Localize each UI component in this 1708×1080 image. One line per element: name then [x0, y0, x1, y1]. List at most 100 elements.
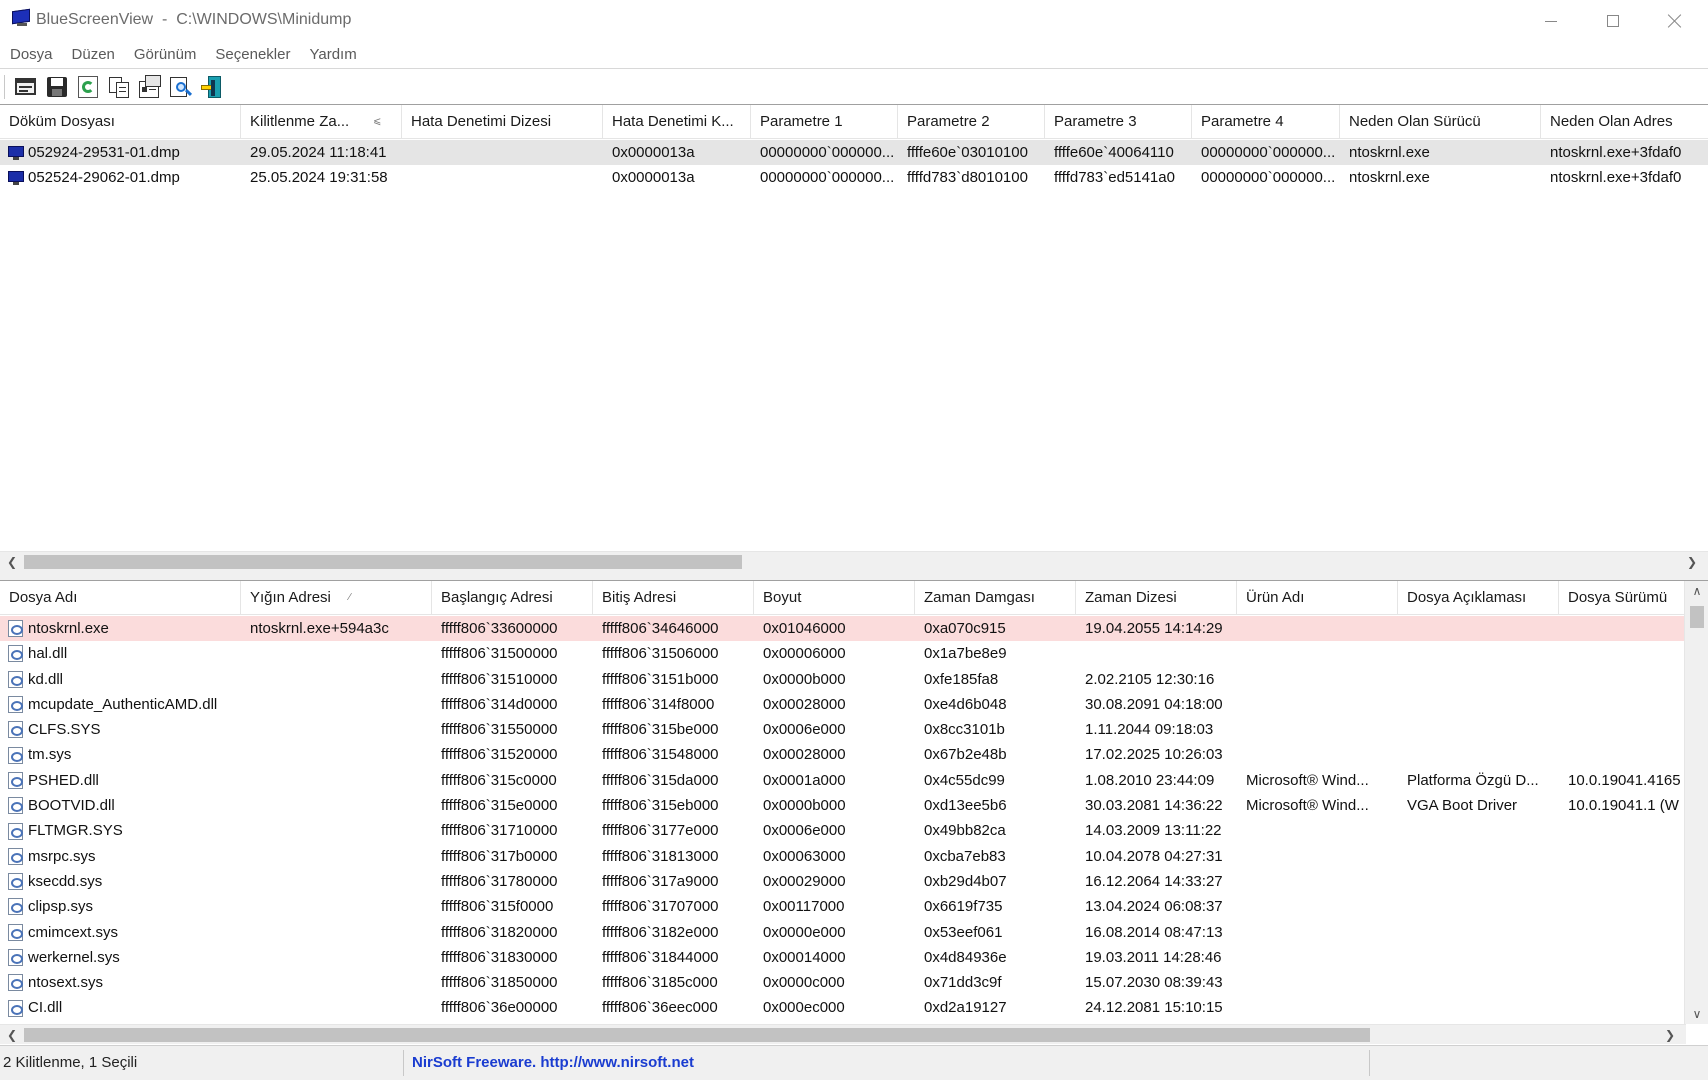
- nirsoft-link[interactable]: NirSoft Freeware. http://www.nirsoft.net: [404, 1050, 1370, 1076]
- scroll-down-icon[interactable]: ∨: [1685, 1004, 1708, 1024]
- dump-cell-text: 00000000`000000...: [760, 169, 895, 187]
- module-row[interactable]: CI.dll fffff806`36e00000 fffff806`36eec000…: [0, 995, 1699, 1020]
- module-cell: 0xcba7eb83: [915, 844, 1076, 869]
- dump-list-hscroll-thumb[interactable]: [24, 555, 742, 569]
- module-col-header[interactable]: Boyut: [754, 581, 915, 615]
- module-col-header[interactable]: Başlangıç Adresi: [432, 581, 593, 615]
- html-report-button[interactable]: [137, 74, 163, 100]
- dump-list-hscrollbar[interactable]: ❮ ❯: [0, 551, 1708, 571]
- dump-col-header[interactable]: Hata Denetimi K...: [603, 105, 751, 139]
- module-cell-text: 16.08.2014 08:47:13: [1085, 923, 1223, 941]
- dump-col-header[interactable]: Hata Denetimi Dizesi: [402, 105, 603, 139]
- module-col-header[interactable]: Dosya Sürümü: [1559, 581, 1699, 615]
- module-col-header[interactable]: Zaman Dizesi: [1076, 581, 1237, 615]
- module-cell: 0x00063000: [754, 844, 915, 869]
- module-cell-text: fffff806`31830000: [441, 948, 558, 966]
- module-cell: [1398, 869, 1559, 894]
- menu-dosya[interactable]: Dosya: [2, 43, 61, 67]
- module-col-header[interactable]: Yığın Adresi ∕: [241, 581, 432, 615]
- maximize-button[interactable]: [1582, 0, 1644, 42]
- scroll-right-icon[interactable]: ❯: [1660, 1025, 1680, 1045]
- dump-col-header[interactable]: Parametre 4: [1192, 105, 1340, 139]
- module-cell-text: fffff806`315f0000: [441, 898, 554, 916]
- scroll-left-icon[interactable]: ❮: [2, 1025, 22, 1045]
- minimize-button[interactable]: [1520, 0, 1582, 42]
- module-list-hscrollbar[interactable]: ❮ ❯: [0, 1024, 1686, 1044]
- module-row[interactable]: tm.sys fffff806`31520000 fffff806`31548000…: [0, 742, 1699, 767]
- module-cell: [1398, 920, 1559, 945]
- module-cell-text: msrpc.sys: [28, 847, 96, 865]
- module-cell: [1398, 844, 1559, 869]
- module-row[interactable]: msrpc.sys fffff806`317b0000 fffff806`31813…: [0, 844, 1699, 869]
- module-cell: [1559, 894, 1699, 919]
- module-row[interactable]: PSHED.dll fffff806`315c0000 fffff806`315da…: [0, 768, 1699, 793]
- module-cell: fffff806`315da000: [593, 768, 754, 793]
- properties-button[interactable]: [13, 74, 39, 100]
- module-list-vscroll-thumb[interactable]: [1690, 606, 1704, 628]
- scroll-up-icon[interactable]: ∧: [1685, 581, 1708, 601]
- module-row[interactable]: werkernel.sys fffff806`31830000 fffff806`3…: [0, 945, 1699, 970]
- dump-col-header[interactable]: Döküm Dosyası: [0, 105, 241, 139]
- module-row[interactable]: ntosext.sys fffff806`31850000 fffff806`318…: [0, 970, 1699, 995]
- module-file-icon: [8, 923, 23, 941]
- module-row[interactable]: BOOTVID.dll fffff806`315e0000 fffff806`315…: [0, 793, 1699, 818]
- close-button[interactable]: [1644, 0, 1706, 42]
- module-col-header-label: Bitiş Adresi: [602, 589, 677, 606]
- module-cell: clipsp.sys: [0, 894, 241, 919]
- module-cell-text: fffff806`31813000: [602, 847, 719, 865]
- menu-secenekler[interactable]: Seçenekler: [207, 43, 298, 67]
- scroll-right-icon[interactable]: ❯: [1682, 552, 1702, 572]
- maximize-icon: [1607, 15, 1619, 27]
- module-row[interactable]: kd.dll fffff806`31510000 fffff806`3151b000…: [0, 667, 1699, 692]
- save-button[interactable]: [44, 74, 70, 100]
- module-file-icon: [8, 721, 23, 739]
- module-col-header[interactable]: Dosya Açıklaması: [1398, 581, 1559, 615]
- module-row[interactable]: hal.dll fffff806`31500000 fffff806`3150600…: [0, 641, 1699, 666]
- module-row[interactable]: ntoskrnl.exe ntoskrnl.exe+594a3c fffff806`…: [0, 616, 1699, 642]
- module-col-header[interactable]: Zaman Damgası: [915, 581, 1076, 615]
- dump-col-header[interactable]: Neden Olan Sürücü: [1340, 105, 1541, 139]
- module-row[interactable]: CLFS.SYS fffff806`31550000 fffff806`315be0…: [0, 717, 1699, 742]
- dump-col-header[interactable]: Parametre 3: [1045, 105, 1192, 139]
- dump-col-header[interactable]: Parametre 1: [751, 105, 898, 139]
- module-cell: [1559, 945, 1699, 970]
- dump-row[interactable]: 052524-29062-01.dmp 25.05.2024 19:31:58 0x…: [0, 165, 1708, 190]
- dump-col-header[interactable]: Kilitlenme Za... ⩽: [241, 105, 402, 139]
- module-cell-text: BOOTVID.dll: [28, 797, 115, 815]
- module-cell: 30.08.2091 04:18:00: [1076, 692, 1237, 717]
- module-col-header[interactable]: Bitiş Adresi: [593, 581, 754, 615]
- module-row[interactable]: clipsp.sys fffff806`315f0000 fffff806`3170…: [0, 894, 1699, 919]
- module-list-hscroll-thumb[interactable]: [24, 1028, 1370, 1042]
- dump-list: 052924-29531-01.dmp 29.05.2024 11:18:41 0x…: [0, 140, 1708, 191]
- module-cell: 0x4d84936e: [915, 945, 1076, 970]
- module-col-header-label: Yığın Adresi: [250, 589, 331, 606]
- module-cell-text: fffff806`31710000: [441, 822, 558, 840]
- module-row[interactable]: FLTMGR.SYS fffff806`31710000 fffff806`3177…: [0, 818, 1699, 843]
- module-cell: 0x00028000: [754, 742, 915, 767]
- dump-row[interactable]: 052924-29531-01.dmp 29.05.2024 11:18:41 0x…: [0, 140, 1708, 166]
- module-row[interactable]: ksecdd.sys fffff806`31780000 fffff806`317a…: [0, 869, 1699, 894]
- module-list-vscrollbar[interactable]: ∧ ∨: [1684, 581, 1708, 1024]
- module-cell: [1237, 920, 1398, 945]
- module-row[interactable]: cmimcext.sys fffff806`31820000 fffff806`31…: [0, 920, 1699, 945]
- module-col-header[interactable]: Ürün Adı: [1237, 581, 1398, 615]
- menu-yardim[interactable]: Yardım: [301, 43, 364, 67]
- toolbar-grip[interactable]: [4, 74, 7, 99]
- module-cell: [1237, 844, 1398, 869]
- dump-col-header[interactable]: Parametre 2: [898, 105, 1045, 139]
- panel-splitter[interactable]: [0, 570, 1708, 580]
- scroll-left-icon[interactable]: ❮: [2, 552, 22, 572]
- dump-cell: 0x0000013a: [603, 140, 751, 165]
- exit-button[interactable]: [199, 74, 225, 100]
- module-row[interactable]: mcupdate_AuthenticAMD.dll fffff806`314d00…: [0, 692, 1699, 717]
- refresh-button[interactable]: [75, 74, 101, 100]
- module-cell-text: 16.12.2064 14:33:27: [1085, 872, 1223, 890]
- find-button[interactable]: [168, 74, 194, 100]
- menu-gorunum[interactable]: Görünüm: [126, 43, 205, 67]
- module-cell: fffff806`31813000: [593, 844, 754, 869]
- copy-button[interactable]: [106, 74, 132, 100]
- menu-duzen[interactable]: Düzen: [64, 43, 123, 67]
- module-col-header[interactable]: Dosya Adı: [0, 581, 241, 615]
- dump-col-header[interactable]: Neden Olan Adres: [1541, 105, 1708, 139]
- module-cell: 14.03.2009 13:11:22: [1076, 818, 1237, 843]
